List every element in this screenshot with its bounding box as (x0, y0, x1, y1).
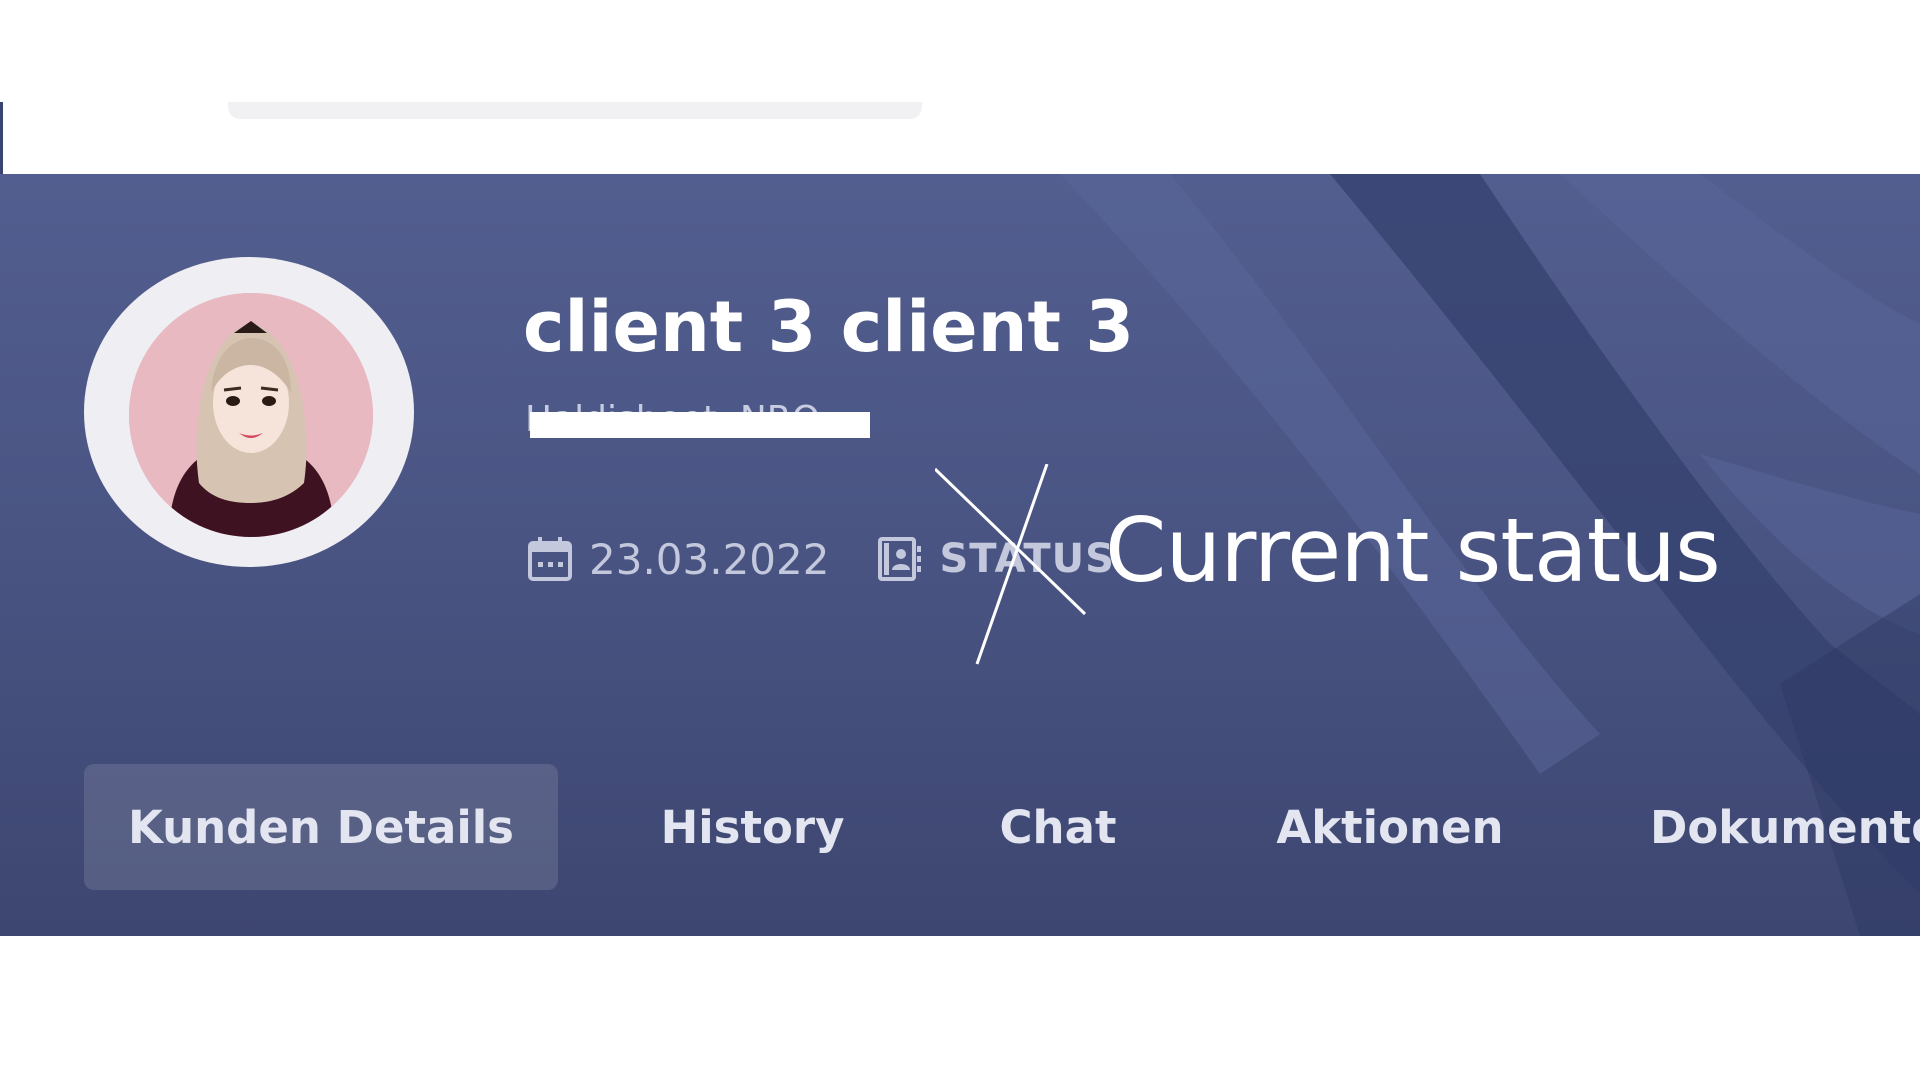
avatar-image (129, 293, 373, 537)
top-bar (0, 0, 1920, 174)
contact-card-icon (875, 534, 925, 584)
profile-banner: client 3 client 3 Haldisheet, NRO 23.0 (0, 174, 1920, 936)
tab-aktionen[interactable]: Aktionen (1260, 764, 1520, 890)
created-date: 23.03.2022 (525, 534, 829, 584)
avatar (84, 257, 414, 567)
search-input[interactable] (228, 102, 922, 119)
annotation-text: Current status (1105, 499, 1721, 602)
tab-kunden-details[interactable]: Kunden Details (84, 764, 558, 890)
client-profile-page: client 3 client 3 Haldisheet, NRO 23.0 (0, 0, 1920, 1080)
tab-history[interactable]: History (630, 764, 875, 890)
redaction-bar (530, 412, 870, 438)
sidebar-edge (0, 102, 3, 174)
date-text: 23.03.2022 (589, 534, 830, 584)
client-name: client 3 client 3 (523, 286, 1135, 368)
tab-chat[interactable]: Chat (968, 764, 1148, 890)
calendar-icon (525, 534, 575, 584)
cross-out-mark (935, 464, 1087, 665)
tab-bar: Kunden Details History Chat Aktionen Dok… (0, 764, 1920, 894)
tab-dokumente[interactable]: Dokumente (1650, 764, 1920, 890)
